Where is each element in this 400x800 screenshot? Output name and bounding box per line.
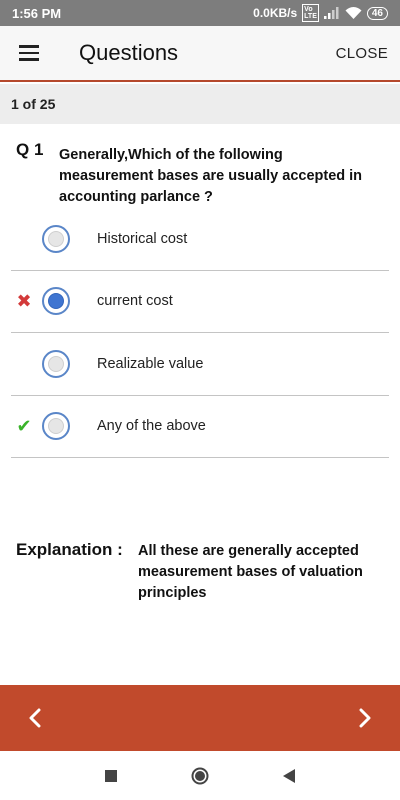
signal-icon xyxy=(323,7,339,19)
options-list: Historical cost ✖ current cost Realizabl… xyxy=(11,208,389,458)
square-icon xyxy=(105,769,117,782)
progress-text: 1 of 25 xyxy=(11,96,56,112)
option-label: current cost xyxy=(97,293,173,310)
system-navigation-bar xyxy=(0,751,400,800)
status-bar: 1:56 PM 0.0KB/s Vo LTE 46 xyxy=(0,0,400,26)
next-question-button[interactable] xyxy=(350,703,380,733)
app-bar: Questions CLOSE xyxy=(0,26,400,82)
question-progress: 1 of 25 xyxy=(0,84,400,124)
explanation-block: Explanation : All these are generally ac… xyxy=(16,540,384,604)
question-block: Q 1 Generally,Which of the following mea… xyxy=(0,140,400,208)
option-current-cost[interactable]: ✖ current cost xyxy=(11,271,389,333)
option-any-of-the-above[interactable]: ✔ Any of the above xyxy=(11,396,389,458)
explanation-text: All these are generally accepted measure… xyxy=(138,543,363,601)
option-label: Historical cost xyxy=(97,230,188,247)
status-time: 1:56 PM xyxy=(12,5,62,21)
triangle-back-icon xyxy=(283,768,295,783)
wifi-icon xyxy=(345,6,362,19)
question-text: Generally,Which of the following measure… xyxy=(59,147,363,205)
close-button[interactable]: CLOSE xyxy=(336,45,400,62)
radio-button[interactable] xyxy=(42,349,70,378)
option-label: Realizable value xyxy=(97,355,204,372)
radio-button[interactable] xyxy=(42,224,70,253)
question-number: Q 1 xyxy=(16,140,44,159)
radio-button-selected[interactable] xyxy=(42,287,70,316)
chevron-right-icon xyxy=(359,708,371,728)
previous-question-button[interactable] xyxy=(20,703,50,733)
option-historical-cost[interactable]: Historical cost xyxy=(11,208,389,271)
circle-icon xyxy=(191,767,209,784)
option-label: Any of the above xyxy=(97,418,206,435)
status-icons: 0.0KB/s Vo LTE 46 xyxy=(253,4,388,22)
correct-answer-icon: ✔ xyxy=(16,415,32,436)
battery-icon: 46 xyxy=(366,6,388,20)
chevron-left-icon xyxy=(29,708,41,728)
page-title: Questions xyxy=(79,40,179,65)
home-button[interactable] xyxy=(190,766,210,786)
volte-badge: Vo LTE xyxy=(302,4,319,22)
question-nav-bar xyxy=(0,685,400,751)
wrong-answer-icon: ✖ xyxy=(16,290,32,311)
back-button[interactable] xyxy=(282,768,296,784)
hamburger-menu-icon[interactable] xyxy=(0,25,58,81)
radio-button[interactable] xyxy=(42,412,70,441)
option-realizable-value[interactable]: Realizable value xyxy=(11,333,389,396)
recents-button[interactable] xyxy=(104,769,118,783)
network-speed: 0.0KB/s xyxy=(253,6,298,20)
explanation-title: Explanation : xyxy=(16,540,123,559)
